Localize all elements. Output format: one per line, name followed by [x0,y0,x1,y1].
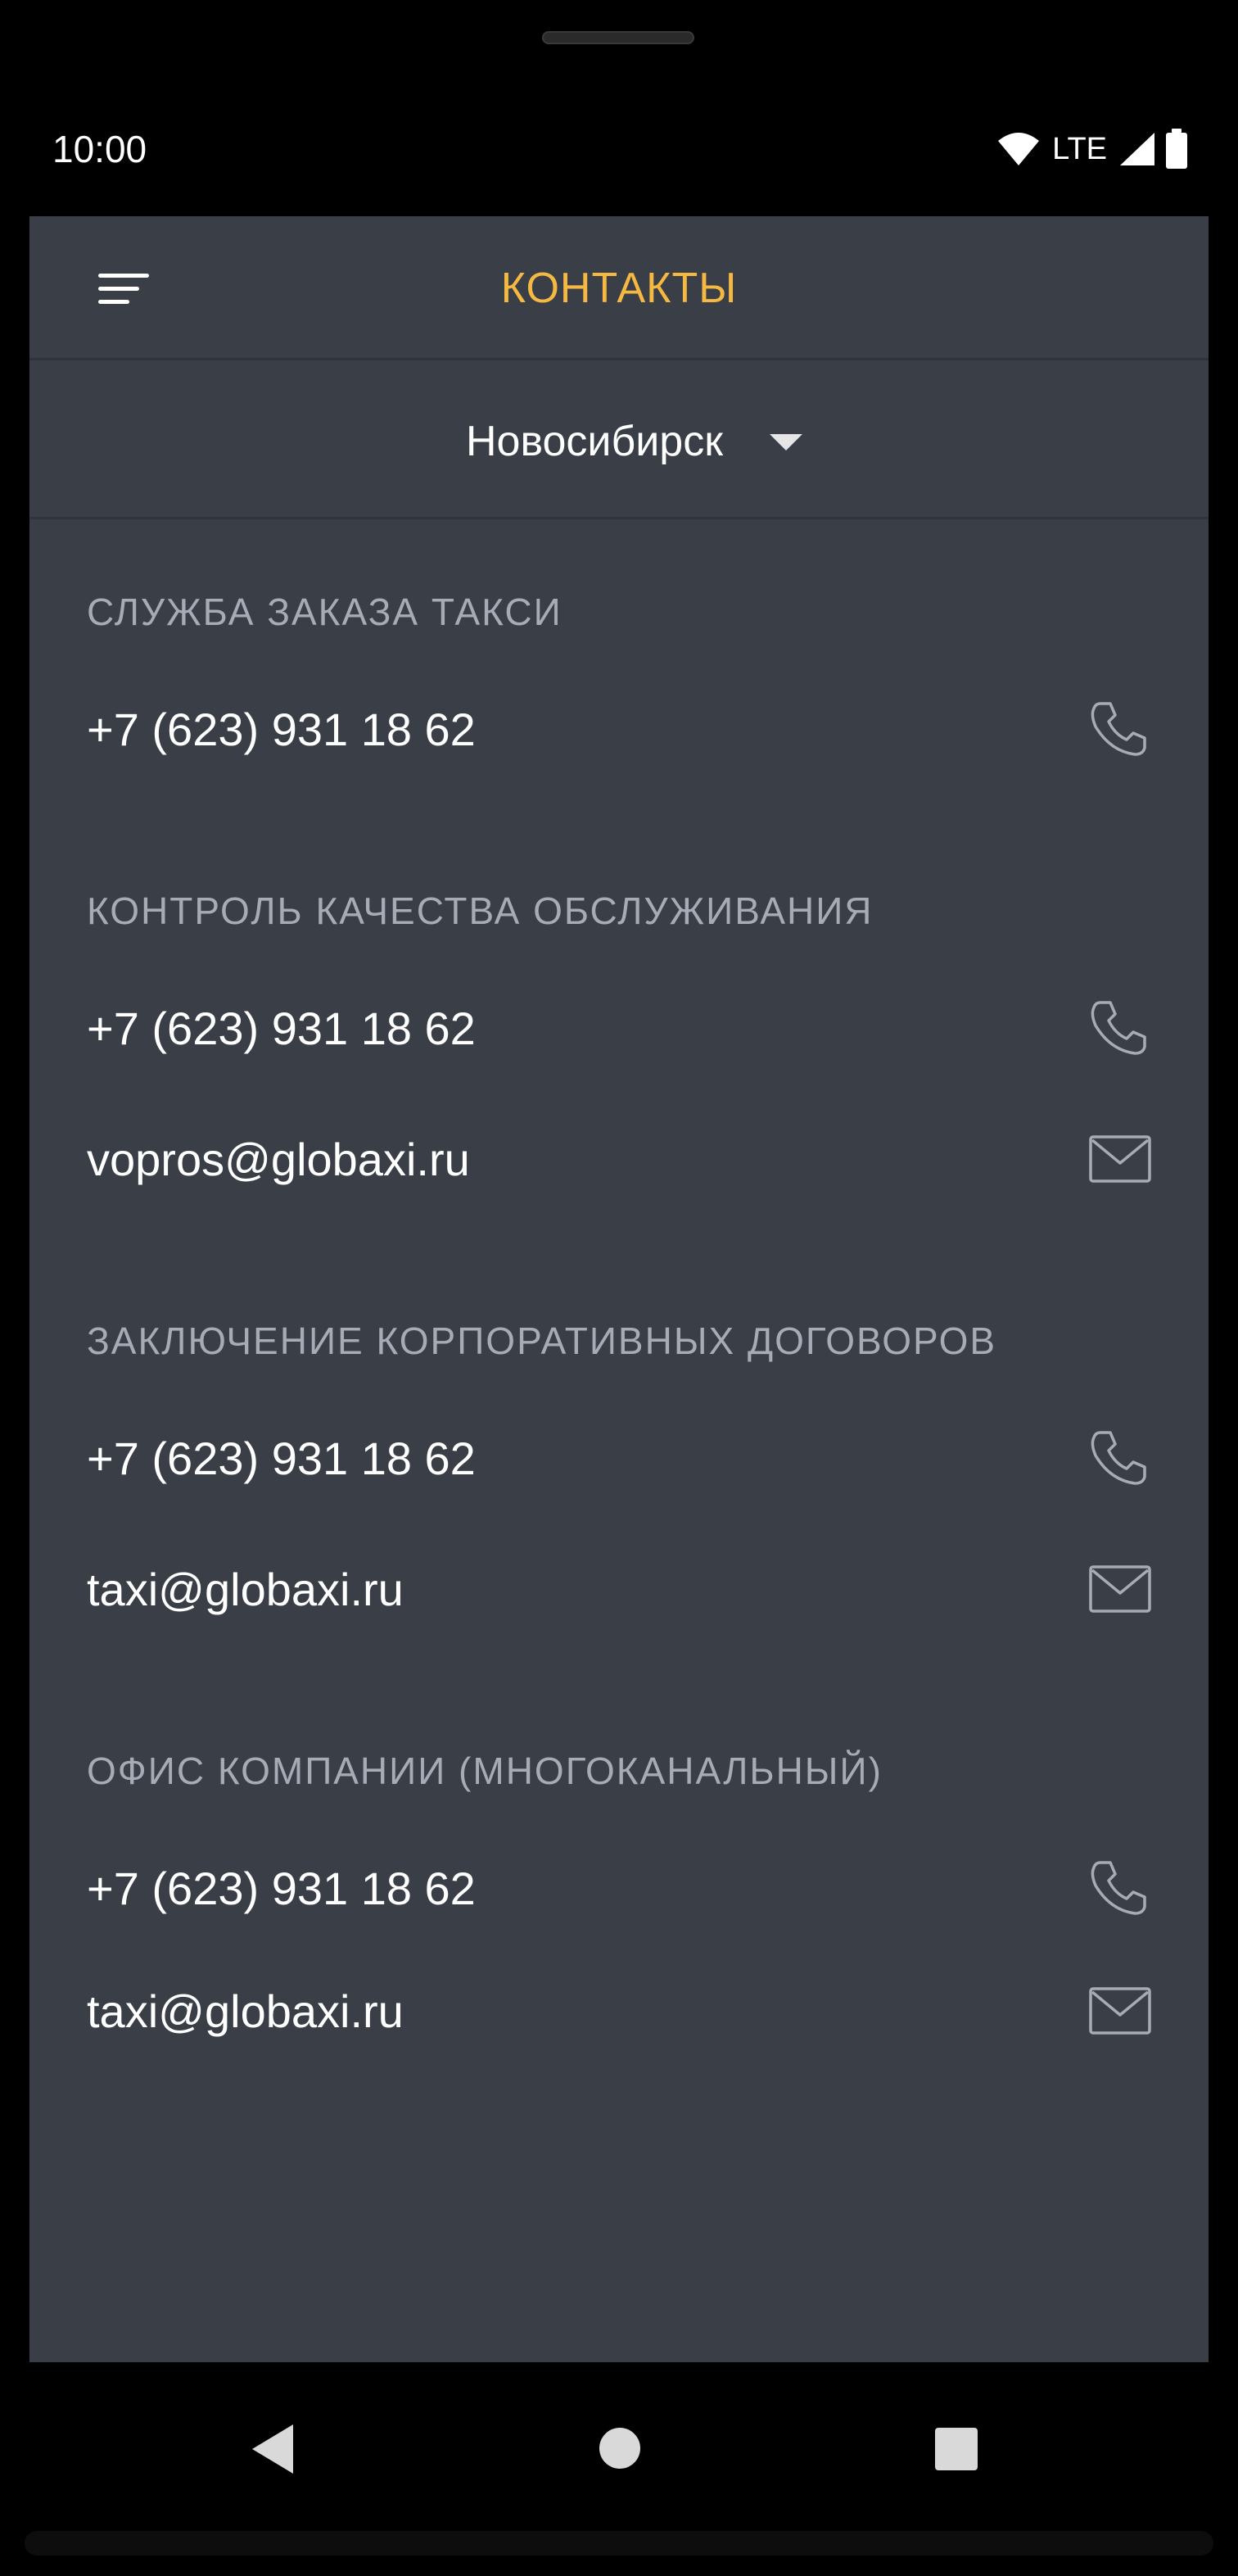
section-title-corporate-contracts: ЗАКЛЮЧЕНИЕ КОРПОРАТИВНЫХ ДОГОВОРОВ [87,1320,997,1362]
section-title-quality-control: КОНТРОЛЬ КАЧЕСТВА ОБСЛУЖИВАНИЯ [87,890,874,932]
earpiece-speaker [542,31,694,44]
phone-icon[interactable] [1086,1858,1151,1917]
city-selector[interactable]: Новосибирск [29,364,1209,519]
home-icon[interactable] [599,2428,640,2469]
contact-row-phone[interactable]: +7 (623) 931 18 62 [29,1838,1209,1936]
device-frame: 10:00 LTE КОНТАКТЫ Новосибирск СЛУЖБА ЗА… [0,0,1238,2576]
status-bar: 10:00 LTE [0,115,1238,180]
contact-row-phone[interactable]: +7 (623) 931 18 62 [29,679,1209,777]
system-nav-bar [0,2362,1238,2526]
status-time: 10:00 [52,128,147,170]
email-address: taxi@globaxi.ru [87,1985,404,2037]
contact-row-phone[interactable]: +7 (623) 931 18 62 [29,978,1209,1076]
signal-icon [1120,133,1154,165]
contact-row-email[interactable]: vopros@globaxi.ru [29,1109,1209,1207]
phone-number: +7 (623) 931 18 62 [87,1433,476,1484]
phone-number: +7 (623) 931 18 62 [87,704,476,755]
page-title: КОНТАКТЫ [500,265,738,312]
email-address: taxi@globaxi.ru [87,1564,404,1615]
back-icon[interactable] [252,2424,293,2474]
contact-row-email[interactable]: taxi@globaxi.ru [29,1961,1209,2059]
contact-row-phone[interactable]: +7 (623) 931 18 62 [29,1408,1209,1506]
mail-icon[interactable] [1087,1129,1153,1188]
battery-icon [1166,129,1187,169]
section-title-company-office: ОФИС КОМПАНИИ (МНОГОКАНАЛЬНЫЙ) [87,1750,883,1792]
phone-icon[interactable] [1086,1428,1151,1487]
phone-icon[interactable] [1086,998,1151,1057]
email-address: vopros@globaxi.ru [87,1134,470,1185]
phone-icon[interactable] [1086,699,1151,758]
app-header: КОНТАКТЫ [29,216,1209,360]
contact-row-email[interactable]: taxi@globaxi.ru [29,1539,1209,1637]
city-name: Новосибирск [466,418,723,465]
dropdown-arrow-icon [770,434,802,450]
status-icons: LTE [996,128,1189,170]
section-title-taxi-order: СЛУЖБА ЗАКАЗА ТАКСИ [87,591,563,633]
phone-number: +7 (623) 931 18 62 [87,1863,476,1914]
mail-icon[interactable] [1087,1559,1153,1618]
recents-icon[interactable] [935,2428,978,2470]
network-type-label: LTE [1052,132,1107,166]
contacts-screen: КОНТАКТЫ Новосибирск СЛУЖБА ЗАКАЗА ТАКСИ… [29,216,1209,2362]
wifi-icon [998,133,1040,165]
phone-number: +7 (623) 931 18 62 [87,1003,476,1054]
mail-icon[interactable] [1087,1981,1153,2040]
device-bottom-bezel [25,2531,1213,2556]
